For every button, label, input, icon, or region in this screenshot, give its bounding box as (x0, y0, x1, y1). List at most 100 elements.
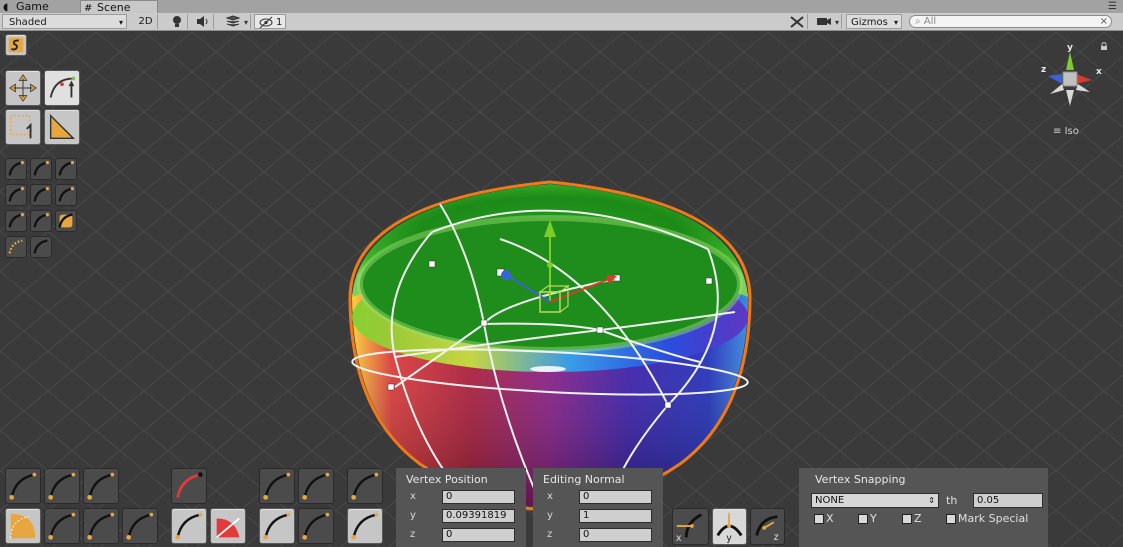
window-menu-icon[interactable]: ☰ (1108, 0, 1117, 13)
tool-icon (175, 512, 203, 540)
curve-tool-7-button[interactable] (5, 210, 27, 232)
red-arc-tool-button[interactable] (171, 468, 207, 504)
checkbox-box (902, 514, 912, 524)
normal-axis-y-button[interactable]: y (712, 508, 747, 545)
mode-2d-button[interactable]: 2D (134, 14, 158, 29)
arc-node-tool-button[interactable] (83, 508, 119, 544)
plain-arc-tool-button[interactable] (298, 468, 334, 504)
disabled-sector-tool-button[interactable] (122, 508, 158, 544)
neg-z-cone[interactable] (1076, 84, 1090, 92)
snap-z-checkbox[interactable]: Z (902, 512, 922, 526)
snap-y-label: Y (870, 512, 877, 525)
gizmo-label-z: z (1041, 65, 1046, 75)
rect-select-button[interactable] (5, 109, 41, 145)
x-axis-cone[interactable] (1076, 74, 1092, 84)
scene-viewport[interactable]: y x z ≡ Iso Vertex Position x 0 y 0.0939… (0, 32, 1123, 547)
single-arc-tool-button[interactable] (44, 468, 80, 504)
hidden-objects-toggle[interactable]: 1 (254, 14, 286, 29)
normal-axis-z-button[interactable]: z (750, 508, 785, 545)
threshold-field[interactable]: 0.05 (973, 493, 1043, 508)
split-tool-button[interactable] (347, 468, 383, 504)
tools-button[interactable] (786, 14, 808, 29)
gizmo-label-y: y (1067, 43, 1073, 53)
curve-tool-10-button[interactable] (5, 236, 27, 258)
shading-mode-value: Shaded (9, 17, 47, 28)
curve-tool-8-button[interactable] (30, 210, 52, 232)
normal-x-field[interactable]: 0 (579, 490, 652, 504)
threshold-label: th (946, 494, 958, 507)
cross-nodes-tool-button[interactable] (44, 508, 80, 544)
curve-tool-5-button[interactable] (30, 184, 52, 206)
effects-dropdown[interactable]: ▾ (217, 14, 251, 29)
curve-tool-11-button[interactable] (30, 236, 52, 258)
vertex-y-field[interactable]: 0.09391819 (442, 509, 515, 523)
checkbox-box (946, 514, 956, 524)
svg-text:▾: ▾ (835, 18, 839, 27)
snap-z-label: Z (914, 512, 922, 525)
curve-tool-1-button[interactable] (5, 158, 27, 180)
split-alt-tool-button[interactable] (347, 508, 383, 544)
normal-y-field[interactable]: 1 (579, 509, 652, 523)
curve-tool-4-button[interactable] (5, 184, 27, 206)
tab-game[interactable]: ◖ Game (0, 0, 78, 13)
curve-tool-3-button[interactable] (55, 158, 77, 180)
arc-arrows-alt-tool-button[interactable] (259, 508, 295, 544)
black-arc-tool-button[interactable] (171, 508, 207, 544)
arc-circle-tool-button[interactable] (298, 508, 334, 544)
curve-normal-icon (49, 76, 76, 98)
curve-icon (58, 213, 73, 228)
normal-edit-tool-button[interactable] (44, 70, 80, 106)
curve-icon (33, 161, 49, 176)
axis-label-y: y (410, 510, 416, 521)
red-sector-tool-button[interactable] (210, 508, 246, 544)
lighting-toggle[interactable] (166, 14, 188, 29)
vertex-x-field[interactable]: 0 (442, 490, 515, 504)
projection-toggle[interactable]: ≡ Iso (1053, 126, 1079, 137)
search-input[interactable]: ⌕ All × (909, 15, 1112, 28)
tool-icon (302, 512, 330, 540)
curve-tool-6-button[interactable] (55, 184, 77, 206)
shading-mode-dropdown[interactable]: Shaded ▾ (2, 14, 127, 29)
arc-arrows-tool-button[interactable] (259, 468, 295, 504)
mark-special-label: Mark Special (958, 512, 1029, 525)
tool-icon (263, 512, 291, 540)
gizmo-center-cube[interactable] (1062, 71, 1078, 87)
search-icon: ⌕ (915, 16, 921, 27)
normal-axis-x-button[interactable]: x (672, 508, 709, 545)
curve-tool-2-button[interactable] (30, 158, 52, 180)
snap-x-checkbox[interactable]: X (814, 512, 834, 526)
tool-icon (87, 512, 115, 540)
spline-tool-toggle[interactable] (5, 34, 27, 56)
gizmos-dropdown[interactable]: Gizmos ▾ (846, 14, 902, 29)
orientation-gizmo[interactable]: y x z (1032, 40, 1112, 120)
z-axis-cone[interactable] (1048, 74, 1062, 84)
tab-game-label: Game (16, 0, 49, 13)
triangle-tool-button[interactable] (44, 109, 80, 145)
neg-y-cone[interactable] (1066, 90, 1074, 106)
move-tool-button[interactable] (5, 70, 41, 106)
arc-endpoints-tool-button[interactable] (83, 468, 119, 504)
checkbox-box (814, 514, 824, 524)
concentric-arcs-tool-button[interactable] (5, 468, 41, 504)
tool-icon (302, 472, 330, 500)
audio-toggle[interactable] (190, 14, 214, 29)
quarter-fill-tool-button[interactable] (5, 508, 41, 544)
normal-z-field[interactable]: 0 (579, 528, 652, 542)
camera-settings-dropdown[interactable]: ▾ (812, 14, 842, 29)
sphere-mesh[interactable] (348, 180, 752, 512)
vertex-z-field[interactable]: 0 (442, 528, 515, 542)
mark-special-checkbox[interactable]: Mark Special (946, 512, 1028, 526)
neg-x-cone[interactable] (1050, 84, 1064, 94)
y-axis-cone[interactable] (1066, 52, 1074, 70)
tool-icon (216, 517, 240, 539)
curve-tool-9-button[interactable] (55, 210, 77, 232)
normal-z-row: z 0 (533, 528, 663, 543)
snapping-mode-dropdown[interactable]: NONE ⇕ (811, 493, 939, 508)
lightbulb-icon (173, 16, 181, 27)
vertex-position-title: Vertex Position (406, 473, 488, 486)
clear-search-icon[interactable]: × (1100, 16, 1108, 27)
tab-scene[interactable]: # Scene (80, 0, 158, 14)
snap-y-checkbox[interactable]: Y (858, 512, 877, 526)
lock-icon[interactable] (1100, 42, 1108, 50)
search-placeholder: All (923, 16, 937, 27)
